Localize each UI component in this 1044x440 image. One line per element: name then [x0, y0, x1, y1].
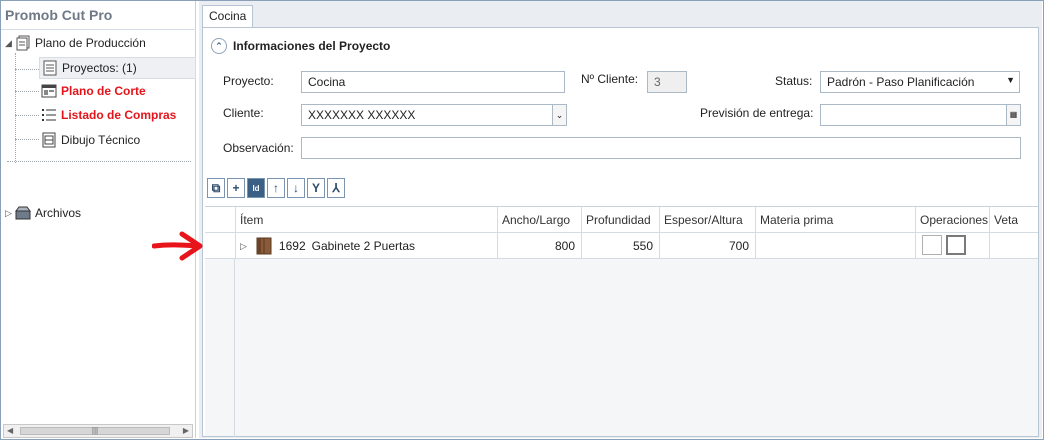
section-title: Informaciones del Proyecto: [233, 39, 391, 53]
sidebar-item-proyectos[interactable]: Proyectos: (1): [39, 57, 196, 79]
tree-line: [7, 161, 191, 162]
sidebar-item-plano-produccion[interactable]: ◢ Plano de Producción: [5, 32, 146, 54]
proyecto-label: Proyecto:: [223, 74, 274, 88]
collapse-arrow-icon[interactable]: ◢: [5, 38, 15, 49]
cell-materia: [755, 233, 915, 259]
documents-icon: [15, 35, 31, 51]
observacion-field[interactable]: [301, 137, 1021, 159]
items-grid: Ítem Ancho/Largo Profundidad Espesor/Alt…: [205, 206, 1038, 437]
prevision-date-field[interactable]: ▦: [820, 104, 1021, 126]
calendar-icon[interactable]: ▦: [1006, 105, 1020, 125]
sidebar: Promob Cut Pro ◢ Plano de Producción Pro…: [1, 1, 196, 438]
cliente-field[interactable]: XXXXXXX XXXXXX ⌄: [301, 104, 567, 126]
cabinet-icon: [255, 237, 273, 255]
cut-plan-icon: [41, 83, 57, 99]
id-icon[interactable]: Id: [247, 178, 265, 198]
horizontal-scrollbar[interactable]: ◀ ||| ▶: [3, 424, 193, 438]
column-header-operaciones[interactable]: Operaciones: [915, 207, 989, 233]
tree-line: [15, 139, 39, 140]
split-icon[interactable]: ⅄: [327, 178, 345, 198]
table-row[interactable]: ▷ 1692 Gabinete 2 Puertas 800 550 700: [205, 233, 1038, 259]
tree-line: [15, 115, 39, 116]
column-header-veta[interactable]: Veta: [989, 207, 1038, 233]
cell-profundidad: 550: [581, 233, 659, 259]
sidebar-item-label: Plano de Corte: [61, 84, 146, 98]
cliente-value: XXXXXXX XXXXXX: [308, 108, 416, 122]
move-down-icon[interactable]: ↓: [287, 178, 305, 198]
app-title: Promob Cut Pro: [5, 7, 113, 23]
column-header-materia[interactable]: Materia prima: [755, 207, 915, 233]
sidebar-item-label: Listado de Compras: [61, 108, 177, 122]
item-name: Gabinete 2 Puertas: [311, 239, 416, 253]
tab-cocina[interactable]: Cocina: [202, 5, 254, 27]
sidebar-item-dibujo-tecnico[interactable]: Dibujo Técnico: [41, 129, 140, 151]
cell-veta: [989, 233, 1038, 259]
tree-line: [15, 91, 39, 92]
status-value: Padrón - Paso Planificación: [827, 75, 975, 89]
operation-box-icon[interactable]: [946, 235, 966, 255]
sidebar-item-label: Plano de Producción: [35, 36, 146, 50]
status-dropdown[interactable]: Padrón - Paso Planificación ▼: [820, 71, 1020, 93]
add-icon[interactable]: +: [227, 178, 245, 198]
cell-item: ▷ 1692 Gabinete 2 Puertas: [235, 233, 497, 259]
column-header-profundidad[interactable]: Profundidad: [581, 207, 659, 233]
dropdown-arrow-icon[interactable]: ▼: [1006, 75, 1015, 85]
chevron-up-icon[interactable]: ⌃: [211, 38, 227, 54]
archive-box-icon: [15, 205, 31, 221]
column-header-espesor[interactable]: Espesor/Altura: [659, 207, 755, 233]
column-header-ancho[interactable]: Ancho/Largo: [497, 207, 581, 233]
proyecto-field[interactable]: Cocina: [301, 71, 565, 93]
red-arrow-annotation: [152, 231, 203, 261]
tree-line: [15, 69, 39, 70]
sidebar-item-listado-compras[interactable]: Listado de Compras: [41, 104, 176, 126]
nro-cliente-label: Nº Cliente:: [581, 72, 639, 86]
project-form: Proyecto: Cocina Nº Cliente: 3 Status: P…: [207, 58, 1036, 198]
scrollbar-thumb[interactable]: |||: [20, 427, 170, 435]
sidebar-item-plano-corte[interactable]: Plano de Corte: [41, 80, 146, 102]
cell-espesor: 700: [659, 233, 755, 259]
item-id: 1692: [278, 239, 306, 253]
grid-header: Ítem Ancho/Largo Profundidad Espesor/Alt…: [205, 207, 1038, 233]
cliente-label: Cliente:: [223, 106, 264, 120]
nro-cliente-field: 3: [647, 71, 687, 93]
sidebar-item-label: Proyectos: (1): [62, 61, 137, 75]
column-header-item[interactable]: Ítem: [235, 207, 497, 233]
sidebar-item-label: Dibujo Técnico: [61, 133, 141, 147]
section-header[interactable]: ⌃ Informaciones del Proyecto: [211, 38, 390, 54]
list-icon: [41, 107, 57, 123]
observacion-label: Observación:: [223, 141, 294, 155]
scroll-right-icon[interactable]: ▶: [183, 426, 189, 435]
cell-operaciones: [915, 233, 989, 259]
sidebar-item-archivos[interactable]: ▷ Archivos: [5, 202, 81, 224]
expand-arrow-icon[interactable]: ▷: [5, 208, 15, 219]
chevron-double-down-icon[interactable]: ⌄: [552, 105, 566, 125]
move-up-icon[interactable]: ↑: [267, 178, 285, 198]
technical-drawing-icon: [41, 132, 57, 148]
cell-ancho: 800: [497, 233, 581, 259]
expand-arrow-icon[interactable]: ▷: [240, 233, 247, 259]
scroll-left-icon[interactable]: ◀: [7, 426, 13, 435]
document-icon: [42, 60, 58, 76]
status-label: Status:: [775, 74, 813, 88]
operation-outline-icon[interactable]: [922, 235, 942, 255]
grid-toolbar: ⧉ + Id ↑ ↓ Y ⅄: [207, 178, 345, 198]
expand-all-icon[interactable]: ⧉: [207, 178, 225, 198]
main-panel: Cocina ⌃ Informaciones del Proyecto Proy…: [199, 1, 1042, 438]
sidebar-divider: [1, 29, 196, 30]
tab-content: ⌃ Informaciones del Proyecto Proyecto: C…: [202, 27, 1039, 437]
prevision-label: Previsión de entrega:: [700, 106, 814, 120]
merge-icon[interactable]: Y: [307, 178, 325, 198]
sidebar-item-label: Archivos: [35, 206, 82, 220]
